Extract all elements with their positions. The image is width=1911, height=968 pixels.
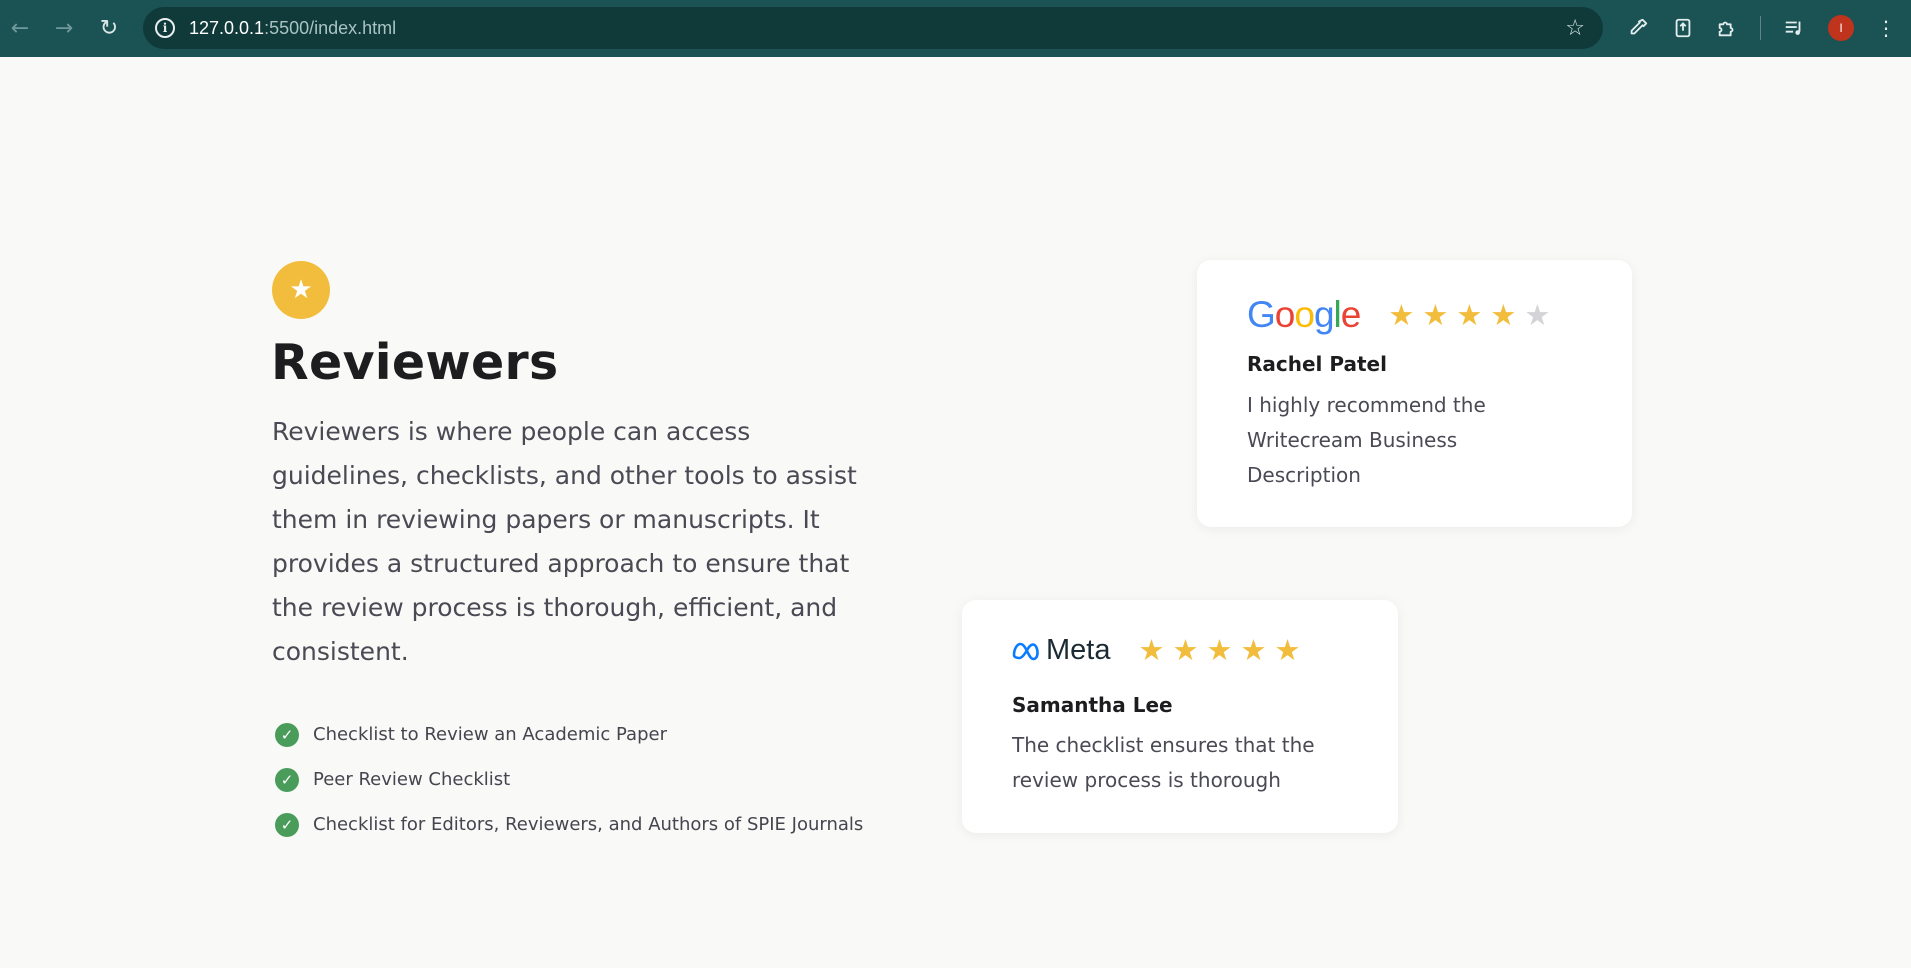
back-arrow-icon[interactable]: ← [4, 12, 36, 44]
google-logo-letter: e [1340, 294, 1362, 335]
reviewer-name: Samantha Lee [1012, 693, 1173, 717]
list-item: ✓ Checklist for Editors, Reviewers, and … [275, 802, 863, 847]
checklist-item-label: Checklist for Editors, Reviewers, and Au… [313, 814, 864, 835]
section-description: Reviewers is where people can access gui… [272, 417, 857, 666]
address-bar[interactable]: i 127.0.0.1:5500/index.html ☆ [143, 7, 1603, 49]
extension-icon[interactable] [1669, 14, 1697, 42]
star-empty-icon: ★ [1524, 297, 1551, 332]
star-filled-icon: ★ [1138, 633, 1165, 667]
reviewer-name: Rachel Patel [1247, 352, 1387, 376]
site-info-icon[interactable]: i [155, 18, 175, 38]
list-item: ✓ Peer Review Checklist [275, 757, 863, 802]
google-logo-letter: g [1313, 294, 1335, 335]
google-logo-letter: o [1294, 294, 1315, 335]
star-badge: ★ [272, 261, 330, 319]
check-circle-icon: ✓ [275, 767, 299, 792]
menu-dots-icon[interactable]: ⋮ [1872, 14, 1900, 42]
checklist-item-label: Peer Review Checklist [313, 769, 511, 790]
section-title: Reviewers [271, 334, 559, 391]
checklist-item-label: Checklist to Review an Academic Paper [313, 724, 667, 745]
star-filled-icon: ★ [1206, 633, 1233, 667]
star-filled-icon: ★ [1422, 297, 1449, 332]
toolbar-divider [1760, 16, 1761, 40]
reading-list-icon[interactable] [1780, 14, 1808, 42]
review-brand-row: Google ★ ★ ★ ★ ★ [1247, 294, 1558, 336]
star-filled-icon: ★ [1456, 297, 1483, 332]
check-circle-icon: ✓ [275, 812, 299, 837]
review-brand-row: Meta ★ ★ ★ ★ ★ [1012, 634, 1308, 667]
star-filled-icon: ★ [1490, 297, 1517, 332]
url-host: 127.0.0.1 [189, 17, 265, 38]
google-logo-letter: G [1247, 294, 1276, 335]
list-item: ✓ Checklist to Review an Academic Paper [275, 712, 863, 757]
google-logo-letter: o [1274, 294, 1296, 335]
star-icon: ★ [289, 275, 313, 305]
rating-stars: ★ ★ ★ ★ ★ [1138, 636, 1308, 665]
star-filled-icon: ★ [1274, 633, 1301, 667]
bookmark-star-icon[interactable]: ☆ [1565, 16, 1585, 41]
profile-avatar[interactable]: I [1828, 15, 1854, 41]
url-path: :5500/index.html [264, 17, 397, 38]
google-logo: Google [1247, 294, 1362, 336]
review-quote: The checklist ensures that the review pr… [1012, 733, 1315, 792]
reload-icon[interactable]: ↻ [93, 12, 125, 44]
forward-arrow-icon[interactable]: → [48, 12, 80, 44]
star-filled-icon: ★ [1172, 633, 1199, 667]
review-quote: I highly recommend the Writecream Busine… [1247, 393, 1486, 487]
url-text[interactable]: 127.0.0.1:5500/index.html [189, 18, 396, 39]
google-logo-letter: l [1333, 294, 1342, 335]
review-card-google: Google ★ ★ ★ ★ ★ Rachel Patel I highly recom… [1197, 260, 1632, 527]
review-card-meta: Meta ★ ★ ★ ★ ★ Samantha Lee The checklist en… [962, 600, 1398, 833]
meta-logo: Meta [1012, 634, 1110, 667]
star-filled-icon: ★ [1388, 297, 1415, 332]
browser-toolbar: ← → ↻ i 127.0.0.1:5500/index.html ☆ I ⋮ [0, 0, 1911, 57]
check-circle-icon: ✓ [275, 722, 299, 747]
star-filled-icon: ★ [1240, 633, 1267, 667]
rating-stars: ★ ★ ★ ★ ★ [1388, 297, 1558, 332]
checklist: ✓ Checklist to Review an Academic Paper … [275, 712, 863, 847]
eyedropper-icon[interactable] [1624, 14, 1652, 42]
puzzle-icon[interactable] [1713, 14, 1741, 42]
meta-logo-text: Meta [1046, 634, 1111, 666]
